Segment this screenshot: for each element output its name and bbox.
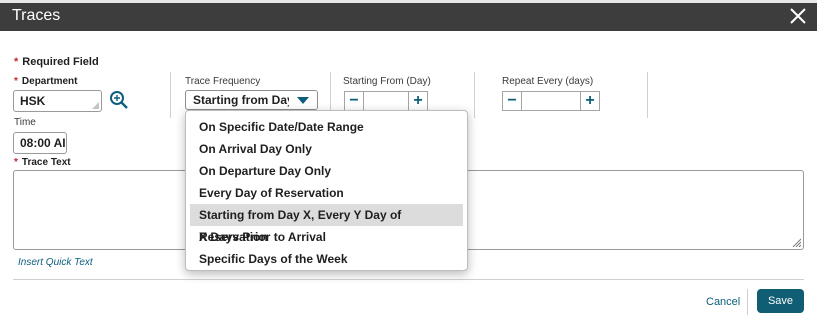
dropdown-option[interactable]: Every Day of Reservation [190,182,463,204]
increment-button[interactable]: + [408,91,428,111]
title-bar: Traces [0,3,817,31]
dropdown-option[interactable]: On Departure Day Only [190,160,463,182]
column-divider [474,72,475,118]
starting-from-label: Starting From (Day) [343,76,431,87]
decrement-button[interactable]: − [344,91,364,111]
column-divider [647,72,648,118]
required-star: * [14,56,19,68]
column-divider [170,72,171,118]
dropdown-option[interactable]: On Specific Date/Date Range [190,116,463,138]
trace-text-label: * Trace Text [14,157,71,168]
decrement-button[interactable]: − [502,91,522,111]
trace-frequency-dropdown: On Specific Date/Date Range On Arrival D… [185,110,468,271]
trace-frequency-label: Trace Frequency [185,76,261,87]
footer-divider [13,279,804,280]
repeat-every-input[interactable] [522,91,580,111]
save-button[interactable]: Save [757,289,804,313]
search-icon[interactable] [109,90,129,110]
dropdown-option[interactable]: Specific Days of the Week [190,248,463,270]
traces-dialog: Traces * Required Field * Department HSK T… [0,0,817,324]
department-label: * Department [14,76,78,87]
repeat-every-label: Repeat Every (days) [502,76,594,87]
required-star: * [14,157,18,168]
resize-grip-icon [92,102,99,109]
time-input[interactable]: 08:00 AI [13,132,67,154]
resize-grip-icon[interactable] [791,237,801,247]
required-field-note: * Required Field [14,56,99,68]
increment-button[interactable]: + [580,91,600,111]
insert-quick-text-link[interactable]: Insert Quick Text [18,257,93,268]
cancel-button[interactable]: Cancel [706,296,740,308]
time-label: Time [14,117,36,128]
close-icon[interactable] [789,7,807,25]
chevron-down-icon [289,91,317,109]
starting-from-stepper[interactable]: − + [344,91,428,111]
dropdown-option[interactable]: On Arrival Day Only [190,138,463,160]
repeat-every-stepper[interactable]: − + [502,91,600,111]
button-divider [747,289,748,315]
trace-frequency-select[interactable]: Starting from Day X [185,90,318,110]
required-star: * [14,76,18,87]
starting-from-input[interactable] [364,91,408,111]
department-input[interactable]: HSK [13,90,102,112]
dialog-title: Traces [12,7,61,24]
dropdown-option-selected[interactable]: Starting from Day X, Every Y Day of Rese… [190,204,463,244]
dropdown-option[interactable]: X Days Prior to Arrival [190,226,463,248]
